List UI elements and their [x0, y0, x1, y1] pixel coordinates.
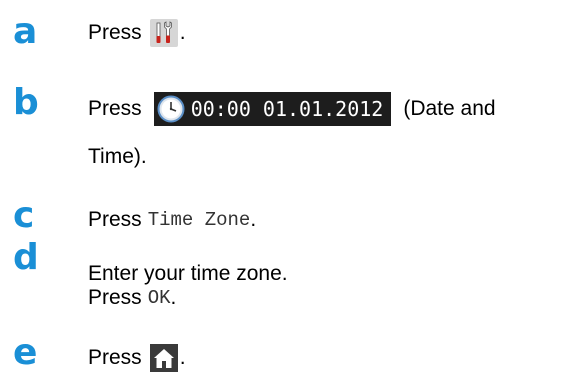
home-icon [153, 349, 174, 368]
step-b-text-cont: Time). [88, 145, 147, 169]
tools-icon [156, 21, 172, 43]
step-e-text: Press . [88, 344, 186, 372]
ok-button-label[interactable]: OK [148, 286, 171, 310]
press-text: Press [88, 346, 142, 369]
press-text: Press [88, 208, 142, 231]
step-d-line2: Press OK . [88, 286, 176, 310]
step-c-text: Press Time Zone . [88, 208, 256, 232]
step-letter-b: b [13, 82, 39, 123]
step-letter-c: c [13, 195, 35, 236]
step-letter-d: d [13, 237, 39, 278]
step-b-text: Press 00:00 01.01.2012 (Date and [88, 92, 496, 126]
date-time-label: 00:00 01.01.2012 [190, 97, 384, 121]
settings-button[interactable] [149, 19, 178, 47]
time-text: Time). [88, 145, 147, 168]
date-time-button[interactable]: 00:00 01.01.2012 [153, 92, 392, 126]
step-d-line1: Enter your time zone. [88, 262, 288, 286]
step-a-text: Press . [88, 19, 186, 47]
enter-time-zone-text: Enter your time zone. [88, 262, 288, 285]
step-letter-e: e [13, 332, 38, 373]
time-zone-button-label[interactable]: Time Zone [148, 208, 251, 232]
press-text: Press [88, 21, 142, 44]
press-text: Press [88, 286, 142, 309]
step-letter-a: a [13, 11, 38, 52]
clock-icon [157, 95, 185, 123]
home-button[interactable] [149, 344, 178, 372]
period-text: . [179, 346, 186, 369]
period-text: . [179, 21, 186, 44]
period-text: . [250, 208, 257, 231]
period-text: . [170, 286, 177, 309]
date-and-text: (Date and [403, 97, 496, 120]
press-text: Press [88, 97, 142, 120]
